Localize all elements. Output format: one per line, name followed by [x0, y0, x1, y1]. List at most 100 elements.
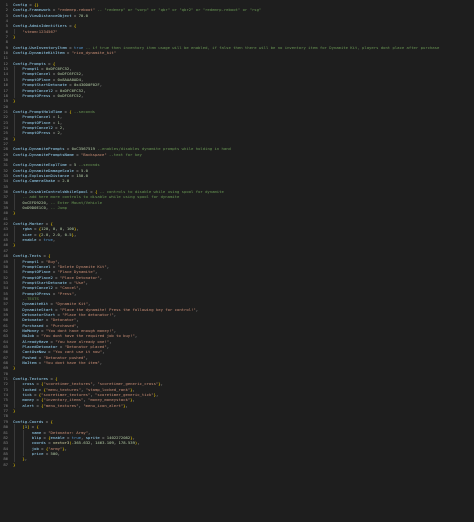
code-token: , — [132, 434, 135, 440]
code-token: , — [102, 349, 105, 355]
code-token: = — [66, 279, 74, 285]
code-token: 0xDFC6FC52 — [45, 66, 70, 72]
code-line[interactable]: 87} — [0, 462, 474, 467]
code-token: = — [50, 7, 58, 13]
code-token: 150.0 — [76, 173, 88, 178]
code-token: "redemrp-reboot" — [57, 7, 95, 13]
code-token: DynamiteStart — [22, 306, 53, 312]
code-token: = — [71, 12, 79, 18]
code-token: PromptCancel — [22, 263, 51, 269]
code-token: Config.AdminIdentifiers — [13, 23, 67, 29]
code-token: 178.539 — [118, 440, 135, 446]
code-token: PromptOPlace — [22, 269, 51, 275]
code-token: = — [66, 44, 74, 50]
code-token: = — [38, 66, 46, 72]
code-token: = — [99, 434, 107, 440]
code-token: 500 — [50, 450, 58, 456]
code-token: "You cant use it now" — [52, 349, 103, 355]
code-token: , — [76, 226, 79, 232]
code-token: 1402272082 — [106, 434, 131, 440]
code-token: PromptOPress — [22, 130, 51, 136]
code-token: } — [13, 135, 16, 141]
code-token: "scoretimer_generic_cross" — [97, 381, 159, 387]
code-token: , — [76, 317, 79, 323]
code-token: = — [31, 231, 39, 237]
code-token: Config.DynamiteExplTime — [13, 162, 67, 168]
code-token: , — [132, 386, 135, 392]
code-token: 2.0 — [52, 231, 60, 237]
code-token: -365.632 — [71, 440, 91, 446]
code-token: Config.DynamitePromptsName — [13, 151, 74, 157]
code-token: enable — [50, 434, 65, 440]
code-token: = — [73, 151, 81, 157]
code-token: = — [66, 23, 74, 29]
code-token: , — [99, 82, 103, 88]
code-token: "Place Detonator" — [59, 274, 100, 280]
code-token: Detonator — [22, 317, 44, 323]
code-token: = — [50, 263, 58, 269]
code-token: } — [13, 98, 16, 104]
code-token: , — [59, 119, 63, 125]
code-token: } — [13, 242, 16, 248]
code-token: = — [52, 274, 60, 280]
code-token: "scoretimer_textures" — [41, 392, 91, 398]
code-token: } — [13, 34, 16, 40]
code-token: "steam:1234567" — [22, 28, 58, 34]
code-token: Config.DynamiteDamageScale — [13, 167, 74, 173]
code-token: "You dont have enough money!" — [45, 327, 114, 333]
code-token: , — [64, 445, 67, 451]
code-token: , — [78, 285, 81, 291]
code-token: = — [45, 349, 53, 355]
code-token: AlreadyHave — [22, 338, 49, 344]
code-token: , — [83, 87, 86, 93]
code-editor[interactable]: 1 Config = {} 2 Config.Framework = "redemrp… — [0, 2, 474, 467]
code-token: alert — [22, 402, 35, 408]
code-token: -- Jump — [48, 205, 67, 211]
code-token: PromptOPress — [22, 290, 51, 296]
code-token: "Place the dynamite! Press the following… — [59, 306, 196, 312]
code-token: = — [38, 258, 46, 264]
code-token: Config.ViewDistanceObject — [13, 12, 72, 18]
code-token: Pushed — [22, 354, 37, 360]
code-token: CantUseNow — [22, 349, 46, 355]
code-token: , — [57, 258, 60, 264]
code-token: DynamiteKit — [22, 301, 49, 307]
code-token: --text for key — [106, 151, 142, 157]
code-token: "Buy" — [45, 258, 58, 264]
code-token: -- controls to disable while using spool… — [97, 189, 224, 195]
code-token: --enables/disables dynamite prompts whil… — [95, 146, 231, 152]
code-token: {} — [34, 2, 39, 7]
code-token: Config.ExplosionDistance — [13, 173, 70, 178]
code-token: money — [22, 397, 35, 403]
code-token: NoMoney — [22, 327, 39, 333]
code-token: PromptCancel2 — [22, 87, 53, 93]
code-token: = — [50, 114, 58, 120]
code-token: "Dynamite Kit" — [55, 301, 88, 307]
code-token: = — [50, 119, 58, 125]
code-token: Config.DynamiteKitItem — [13, 50, 65, 56]
code-token: locked — [22, 386, 37, 392]
code-token: = — [43, 450, 51, 456]
code-token: "Use" — [73, 279, 86, 285]
code-token: true — [71, 434, 82, 440]
code-token: Config.Marker — [13, 221, 44, 227]
code-token: PromptOPlace2 — [22, 274, 53, 280]
code-token: , — [59, 130, 63, 136]
code-token: PromptOPress — [22, 92, 51, 98]
code-token: 0xC3567519 — [71, 146, 96, 152]
code-token: "You have already one!" — [55, 338, 110, 344]
code-token: DetonatorStart — [22, 311, 56, 317]
code-token: "Detonator: Army" — [48, 429, 89, 435]
code-token: , — [125, 402, 128, 408]
code-token: , — [73, 290, 77, 296]
code-token: = — [87, 189, 95, 195]
code-token: = — [52, 306, 60, 312]
code-token: 2.0 — [62, 178, 70, 184]
code-token: "inventory_items" — [43, 397, 84, 403]
code-token: = — [64, 50, 72, 56]
code-token: true — [73, 44, 84, 50]
code-token: Config.CameraShake — [13, 178, 56, 184]
code-token: , — [76, 322, 79, 328]
code-token: true — [43, 237, 53, 243]
code-token: "menu_icon_alert" — [83, 402, 124, 408]
